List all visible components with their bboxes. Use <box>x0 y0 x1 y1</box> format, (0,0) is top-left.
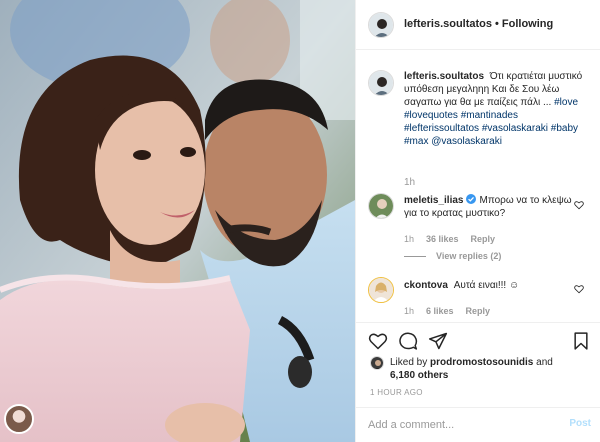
add-comment-input[interactable] <box>368 417 548 433</box>
heart-icon[interactable] <box>368 331 388 351</box>
hashtag[interactable]: #vasolaskaraki <box>482 123 548 134</box>
caption-time[interactable]: 1h <box>404 177 415 188</box>
view-replies-button[interactable]: View replies (2) <box>404 251 501 261</box>
post-side-panel: lefteris.soultatos • Following lefteris.so… <box>355 0 600 442</box>
separator-dot: • <box>495 18 499 30</box>
comment-likes[interactable]: 6 likes <box>426 306 454 316</box>
hashtag[interactable]: #lefterissoultatos <box>404 123 479 134</box>
tagged-people-icon[interactable] <box>4 404 34 434</box>
comment-like-heart-icon[interactable] <box>574 200 584 210</box>
comment: ckontova Αυτά ειναι!!! ☺ <box>404 279 519 292</box>
comment-meta: 1h 6 likes Reply <box>404 306 502 316</box>
comment-time[interactable]: 1h <box>404 234 414 244</box>
comment-meta: 1h 36 likes Reply <box>404 234 507 244</box>
post-comment-button[interactable]: Post <box>569 418 591 429</box>
post-header: lefteris.soultatos • Following <box>356 0 600 50</box>
comment-username[interactable]: ckontova <box>404 280 448 291</box>
liked-by-prefix: Liked by <box>390 357 428 368</box>
hashtag[interactable]: #love <box>554 97 578 108</box>
post-timestamp[interactable]: 1 HOUR AGO <box>370 388 423 397</box>
following-button[interactable]: Following <box>502 18 553 30</box>
likes-count[interactable]: 6,180 others <box>390 370 448 381</box>
comment: meletis_ilias Μπορω να το κλεψω για το κρ… <box>404 194 572 220</box>
liked-by-user[interactable]: prodromostosounidis <box>430 357 533 368</box>
comment-likes[interactable]: 36 likes <box>426 234 459 244</box>
caption-avatar-image <box>369 71 393 95</box>
comment-avatar[interactable] <box>368 193 394 219</box>
hashtag[interactable]: #max <box>404 136 428 147</box>
liked-by-avatar-image <box>371 357 383 369</box>
post-photo[interactable] <box>0 0 355 442</box>
comment-avatar[interactable] <box>368 277 394 303</box>
comment-avatar-image <box>369 278 393 302</box>
hashtag[interactable]: #lovequotes <box>404 110 458 121</box>
caption-avatar[interactable] <box>368 70 394 96</box>
share-icon[interactable] <box>428 331 448 351</box>
comment-text: Αυτά ειναι!!! ☺ <box>453 280 520 291</box>
header-text: lefteris.soultatos • Following <box>404 18 553 30</box>
comment-time[interactable]: 1h <box>404 306 414 316</box>
comment-avatar-image <box>369 194 393 218</box>
verified-badge-icon <box>466 194 477 204</box>
liked-by-and: and <box>536 357 553 368</box>
author-username[interactable]: lefteris.soultatos <box>404 18 492 30</box>
action-bar <box>356 322 600 356</box>
liked-by-avatar[interactable] <box>370 356 384 370</box>
bookmark-icon[interactable] <box>571 331 591 351</box>
view-replies-label: View replies (2) <box>436 251 502 261</box>
author-avatar-image <box>369 13 393 37</box>
comment-like-heart-icon[interactable] <box>574 284 584 294</box>
comment-icon[interactable] <box>398 331 418 351</box>
hashtag[interactable]: #mantinades <box>461 110 518 121</box>
author-avatar[interactable] <box>368 12 394 38</box>
add-comment-row: Post <box>356 407 600 442</box>
likes-summary: Liked by prodromostosounidis and 6,180 o… <box>390 356 590 382</box>
hashtag[interactable]: #baby <box>551 123 578 134</box>
caption-username[interactable]: lefteris.soultatos <box>404 71 484 82</box>
comment-username[interactable]: meletis_ilias <box>404 195 463 206</box>
photo-illustration <box>0 0 355 442</box>
mention-link[interactable]: @vasolaskaraki <box>431 136 502 147</box>
reply-button[interactable]: Reply <box>471 234 496 244</box>
reply-button[interactable]: Reply <box>466 306 491 316</box>
replies-divider <box>404 256 426 258</box>
caption: lefteris.soultatos Ότι κρατιέται μυστικό… <box>404 70 592 148</box>
